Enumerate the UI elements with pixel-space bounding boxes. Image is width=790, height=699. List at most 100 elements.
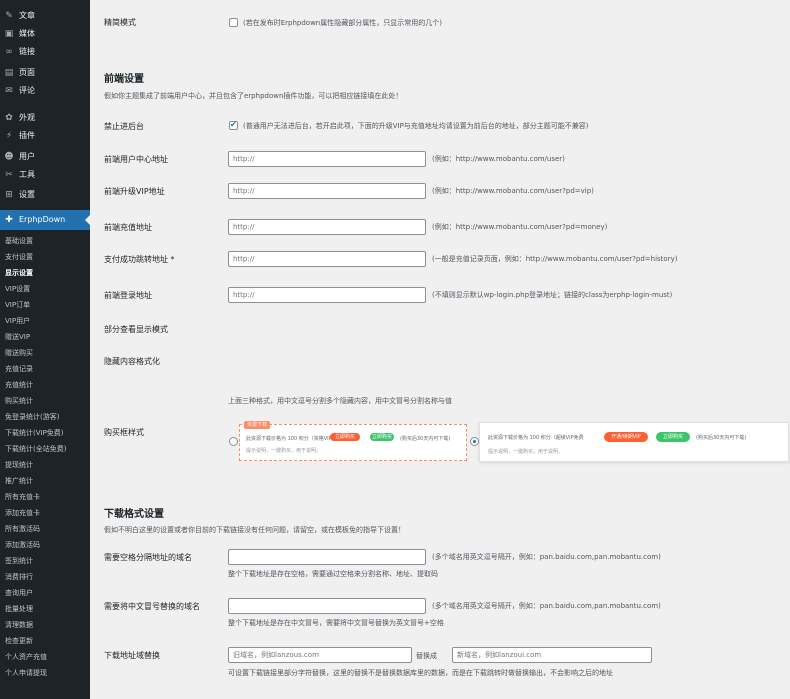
submenu-item-label: 显示设置 (5, 269, 33, 277)
style2-green-btn: 立即购买 (656, 432, 690, 442)
frontend-field-hint: (不填则显示默认wp-login.php登录地址；链接的class为erphp-… (432, 291, 673, 299)
menu-item-4[interactable]: ✉ 评论 (0, 83, 90, 99)
menu-item-erphpdown[interactable]: ✚ ErphpDown (0, 210, 90, 230)
submenu-item-13[interactable]: 下载统计(全站免费) (0, 442, 90, 457)
frontend-field-hint: (例如：http://www.mobantu.com/user) (432, 155, 565, 163)
submenu-item-17[interactable]: 添加充值卡 (0, 506, 90, 521)
plugin-icon: ⚡ (5, 131, 13, 141)
submenu-item-7[interactable]: 赠送购买 (0, 346, 90, 361)
download-domain-input-0[interactable] (228, 549, 426, 565)
style1-title: 资源下载 (244, 421, 270, 429)
frontend-url-input-2[interactable] (228, 219, 426, 235)
submenu-item-9[interactable]: 充值统计 (0, 378, 90, 393)
submenu-item-3[interactable]: VIP设置 (0, 282, 90, 297)
submenu-item-6[interactable]: 赠送VIP (0, 330, 90, 345)
submenu-item-21[interactable]: 消费排行 (0, 570, 90, 585)
comment-icon: ✉ (5, 86, 13, 96)
new-domain-input[interactable] (452, 647, 652, 663)
style1-green-btn: 立即购买 (370, 433, 394, 441)
submenu-item-label: 下载统计(VIP免费) (5, 429, 64, 437)
menu-item-5[interactable]: ✿ 外观 (0, 110, 90, 126)
menu-item-7[interactable]: ☻ 用户 (0, 149, 90, 165)
submenu-item-26[interactable]: 个人资产充值 (0, 650, 90, 665)
frontend-field-label: 前端升级VIP地址 (104, 187, 165, 196)
download-field-desc: 整个下载地址是存在中文冒号，需要将中文冒号替换为英文冒号+空格 (228, 619, 444, 627)
submenu-item-25[interactable]: 检查更新 (0, 634, 90, 649)
submenu-item-label: 查询用户 (5, 589, 33, 597)
disable-admin-desc: (普通用户无法进后台，若开启此项，下面的升级VIP与充值地址均请设置为前后台的地… (243, 122, 589, 130)
style1-orange-btn: 立即购买 (330, 433, 360, 441)
submenu-item-27[interactable]: 个人申请提现 (0, 666, 90, 681)
hidden-format-desc: 上面三种格式，用中文逗号分割多个隐藏内容，用中文冒号分割名称与值 (228, 397, 452, 405)
download-field-hint: (多个域名用英文逗号隔开，例如：pan.baidu.com,pan.mobant… (432, 602, 661, 610)
submenu-item-12[interactable]: 下载统计(VIP免费) (0, 426, 90, 441)
submenu-item-24[interactable]: 清理数据 (0, 618, 90, 633)
menu-item-0[interactable]: ✎ 文章 (0, 8, 90, 24)
menu-item-label: 用户 (19, 152, 35, 161)
download-field-label: 需要将中文冒号替换的域名 (104, 602, 200, 611)
submenu-item-label: 购买统计 (5, 397, 33, 405)
frontend-url-input-3[interactable] (228, 251, 426, 267)
submenu-item-10[interactable]: 购买统计 (0, 394, 90, 409)
submenu-item-19[interactable]: 添加激活码 (0, 538, 90, 553)
submenu-item-label: 个人申请提现 (5, 669, 47, 677)
submenu-item-label: 签到统计 (5, 557, 33, 565)
submenu-item-label: 支付设置 (5, 253, 33, 261)
submenu-item-18[interactable]: 所有激活码 (0, 522, 90, 537)
submenu-item-22[interactable]: 查询用户 (0, 586, 90, 601)
submenu-item-label: 所有激活码 (5, 525, 40, 533)
post-icon: ✎ (5, 11, 13, 21)
style2-note: (购买后30天内可下载) (696, 435, 747, 441)
submenu-item-label: VIP设置 (5, 285, 31, 293)
submenu-item-15[interactable]: 推广统计 (0, 474, 90, 489)
purchase-style-1-radio[interactable] (229, 437, 238, 446)
frontend-field-hint: (例如：http://www.mobantu.com/user?pd=vip) (432, 187, 594, 195)
menu-item-8[interactable]: ✂ 工具 (0, 167, 90, 183)
simple-mode-checkbox[interactable] (229, 18, 238, 27)
submenu-item-8[interactable]: 充值记录 (0, 362, 90, 377)
submenu-item-14[interactable]: 提现统计 (0, 458, 90, 473)
frontend-field-label: 支付成功跳转地址 * (104, 255, 175, 264)
submenu-item-20[interactable]: 签到统计 (0, 554, 90, 569)
submenu-item-4[interactable]: VIP订单 (0, 298, 90, 313)
submenu-item-5[interactable]: VIP用户 (0, 314, 90, 329)
submenu-item-1[interactable]: 支付设置 (0, 250, 90, 265)
simple-mode-desc: (若在发布时Erphpdown属性隐藏部分属性，只显示常用的几个) (243, 19, 442, 27)
frontend-url-input-1[interactable] (228, 183, 426, 199)
appearance-icon: ✿ (5, 113, 13, 123)
submenu-item-16[interactable]: 所有充值卡 (0, 490, 90, 505)
settings-main: 精简模式 (若在发布时Erphpdown属性隐藏部分属性，只显示常用的几个) 前… (90, 0, 790, 699)
style1-note: (购买后30天内可下载) (400, 436, 451, 442)
old-domain-input[interactable] (228, 647, 412, 663)
replace-domain-label: 下载地址域替换 (104, 651, 160, 660)
menu-item-3[interactable]: ▤ 页面 (0, 65, 90, 81)
menu-item-9[interactable]: ⊞ 设置 (0, 187, 90, 203)
menu-item-2[interactable]: ∞ 链接 (0, 44, 90, 60)
submenu-item-2[interactable]: 显示设置 (0, 266, 90, 281)
submenu-item-label: 免登录统计(游客) (5, 413, 60, 421)
submenu-item-label: VIP用户 (5, 317, 31, 325)
menu-item-1[interactable]: ▣ 媒体 (0, 26, 90, 42)
download-domain-input-1[interactable] (228, 598, 426, 614)
submenu-item-0[interactable]: 基础设置 (0, 234, 90, 249)
submenu-item-11[interactable]: 免登录统计(游客) (0, 410, 90, 425)
submenu-item-label: 个人资产充值 (5, 653, 47, 661)
style2-sub: 提示说明，一键购买，用于说明。 (488, 449, 564, 455)
links-icon: ∞ (5, 47, 13, 57)
simple-mode-label: 精简模式 (104, 18, 136, 27)
menu-item-6[interactable]: ⚡ 插件 (0, 128, 90, 144)
submenu-item-23[interactable]: 批量处理 (0, 602, 90, 617)
frontend-url-input-0[interactable] (228, 151, 426, 167)
frontend-field-label: 前端登录地址 (104, 291, 152, 300)
purchase-style-2-radio[interactable] (470, 437, 479, 446)
media-icon: ▣ (4, 29, 14, 39)
menu-item-label: 媒体 (19, 29, 35, 38)
partial-view-label: 部分查看显示模式 (104, 325, 168, 334)
frontend-intro: 假如你主题集成了前端用户中心，并且包含了erphpdown插件功能，可以把相应链… (104, 92, 403, 100)
menu-item-label: 设置 (19, 190, 35, 199)
disable-admin-checkbox[interactable] (229, 120, 238, 130)
download-section-title: 下载格式设置 (104, 509, 164, 520)
style2-orange-btn: 开通/续期VIP (604, 432, 648, 442)
submenu-item-label: 检查更新 (5, 637, 33, 645)
frontend-url-input-4[interactable] (228, 287, 426, 303)
